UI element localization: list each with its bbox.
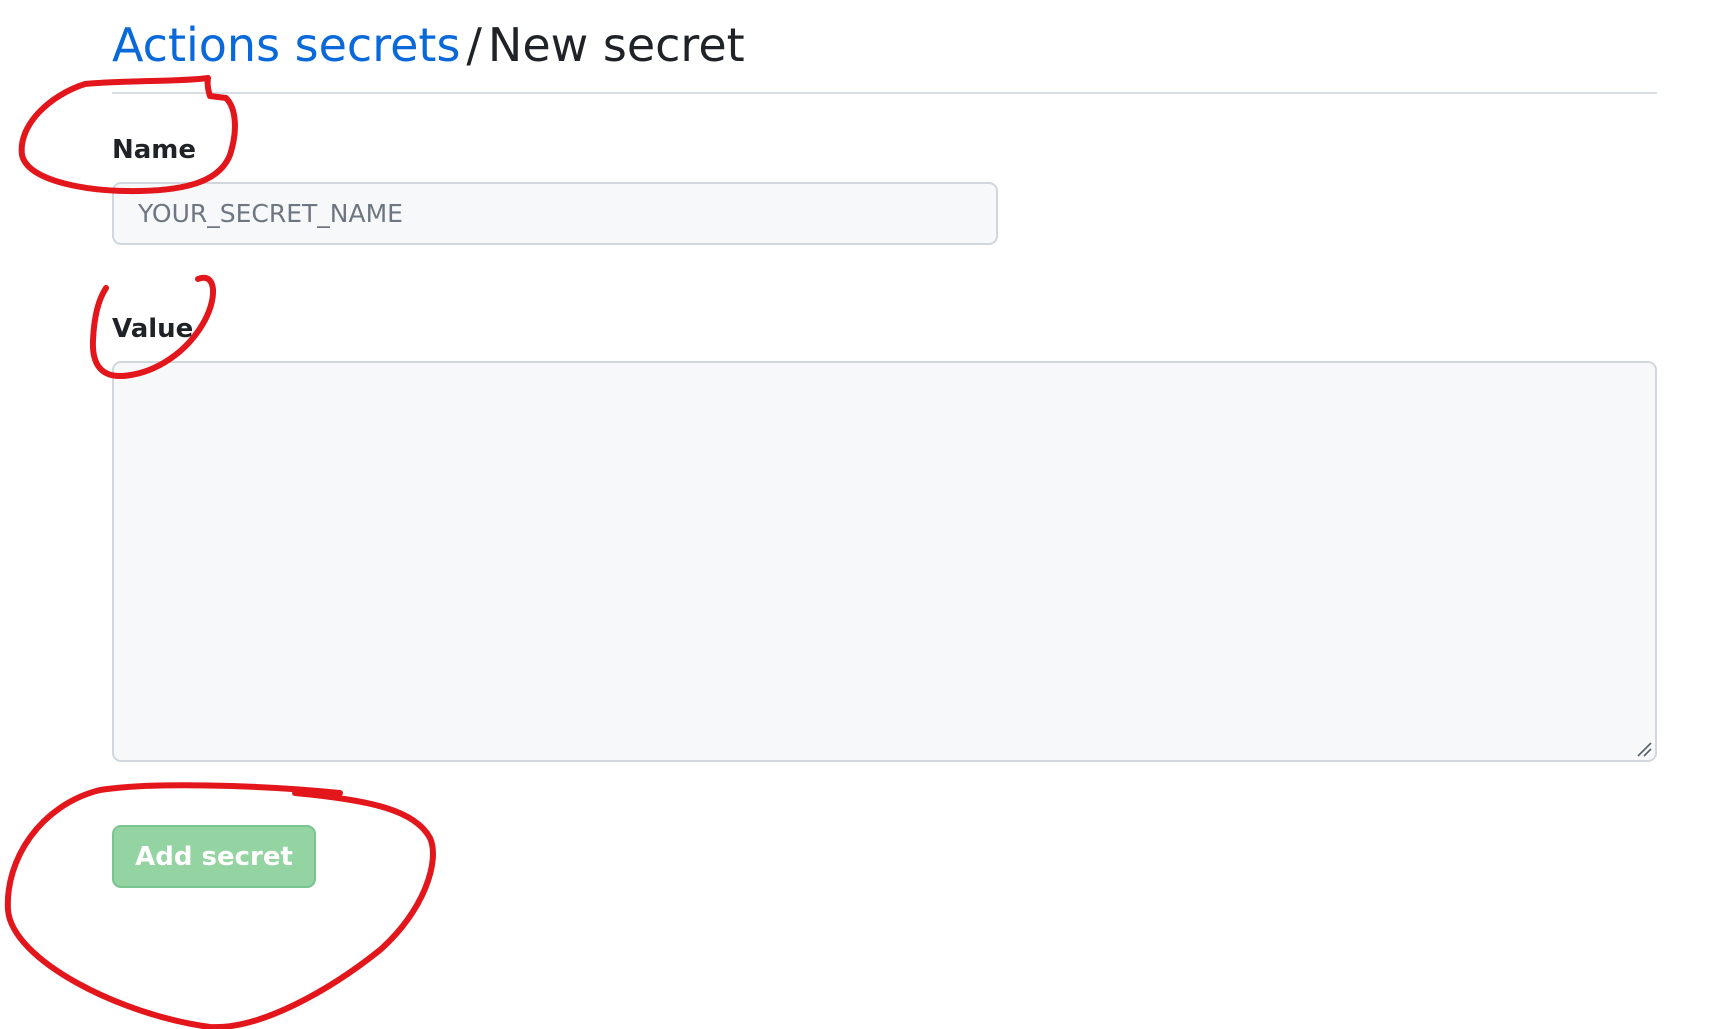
breadcrumb-separator: /: [466, 18, 482, 72]
page-title: New secret: [487, 18, 745, 72]
value-label: Value: [112, 314, 194, 344]
page-header: Actions secrets / New secret: [112, 14, 1657, 94]
textarea-resize-icon[interactable]: [1636, 741, 1652, 757]
annotation-circle-add-secret: [4, 782, 436, 1029]
secret-value-textarea[interactable]: [112, 361, 1657, 762]
secret-name-input[interactable]: [112, 182, 998, 245]
breadcrumb-actions-secrets-link[interactable]: Actions secrets: [112, 18, 460, 72]
add-secret-button[interactable]: Add secret: [112, 825, 316, 888]
name-label: Name: [112, 135, 197, 165]
breadcrumb: Actions secrets / New secret: [112, 18, 745, 72]
new-secret-page: Actions secrets/New secret Name Value Ad…: [0, 0, 1726, 1029]
